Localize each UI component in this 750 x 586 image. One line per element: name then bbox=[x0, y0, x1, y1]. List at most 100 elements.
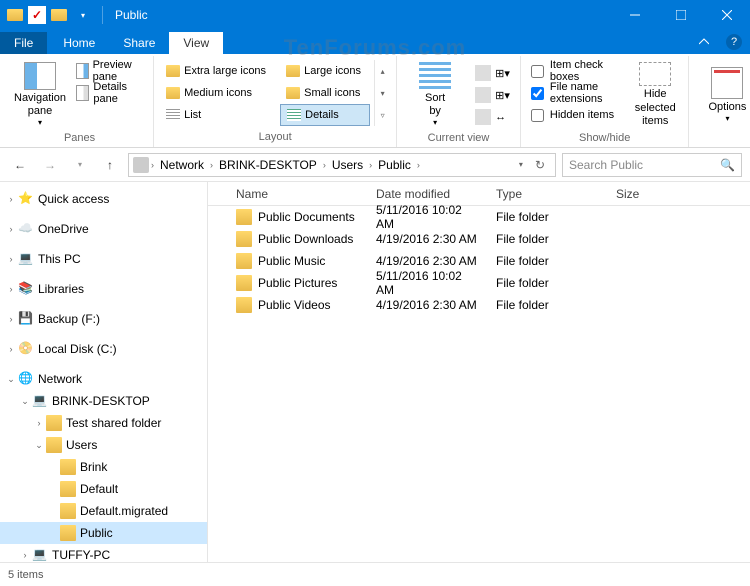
crumb-computer[interactable]: BRINK-DESKTOP bbox=[215, 158, 321, 172]
maximize-button[interactable] bbox=[658, 0, 704, 30]
tree-item[interactable]: Public bbox=[0, 522, 207, 544]
new-folder-icon[interactable] bbox=[48, 4, 70, 26]
file-type: File folder bbox=[488, 254, 608, 268]
tab-home[interactable]: Home bbox=[49, 32, 109, 54]
group-label-panes: Panes bbox=[64, 130, 95, 148]
expand-icon[interactable]: › bbox=[4, 344, 18, 354]
options-button[interactable]: Options ▾ bbox=[695, 60, 750, 130]
column-type[interactable]: Type bbox=[488, 187, 608, 201]
tab-share[interactable]: Share bbox=[109, 32, 169, 54]
hide-selected-button[interactable]: Hide selected items bbox=[628, 60, 682, 130]
view-details[interactable]: Details bbox=[280, 104, 370, 126]
expand-icon[interactable]: ⌄ bbox=[32, 440, 46, 451]
details-pane-button[interactable]: Details pane bbox=[72, 82, 147, 104]
chevron-right-icon[interactable]: › bbox=[369, 160, 372, 170]
minimize-button[interactable] bbox=[612, 0, 658, 30]
sort-by-button[interactable]: Sort by ▾ bbox=[403, 60, 467, 130]
recent-dropdown[interactable]: ▾ bbox=[68, 153, 92, 177]
expand-icon[interactable]: › bbox=[4, 284, 18, 294]
size-columns-button[interactable]: ↔ bbox=[471, 106, 514, 128]
file-row[interactable]: Public Pictures5/11/2016 10:02 AMFile fo… bbox=[208, 272, 750, 294]
crumb-network[interactable]: Network bbox=[156, 158, 208, 172]
file-name-extensions[interactable]: File name extensions bbox=[527, 82, 624, 104]
view-small-icons[interactable]: Small icons bbox=[280, 82, 370, 104]
chevron-right-icon[interactable]: › bbox=[210, 160, 213, 170]
tab-file[interactable]: File bbox=[0, 32, 47, 54]
address-dropdown-icon[interactable]: ▾ bbox=[515, 160, 527, 169]
crumb-public[interactable]: Public bbox=[374, 158, 415, 172]
up-button[interactable]: ↑ bbox=[98, 153, 122, 177]
tree-item-label: Quick access bbox=[38, 192, 109, 206]
hide-icon bbox=[639, 62, 671, 86]
view-large-icons[interactable]: Large icons bbox=[280, 60, 370, 82]
expand-icon[interactable]: ⌄ bbox=[18, 396, 32, 407]
tree-item[interactable]: ⌄🌐Network bbox=[0, 368, 207, 390]
chevron-right-icon[interactable]: › bbox=[323, 160, 326, 170]
chevron-right-icon[interactable]: › bbox=[151, 160, 154, 170]
expand-icon[interactable]: › bbox=[18, 550, 32, 560]
tab-view[interactable]: View bbox=[169, 32, 223, 54]
view-medium-icons[interactable]: Medium icons bbox=[160, 82, 280, 104]
tree-item[interactable]: ›📚Libraries bbox=[0, 278, 207, 300]
expand-icon[interactable]: ⌄ bbox=[4, 374, 18, 385]
item-check-boxes[interactable]: Item check boxes bbox=[527, 60, 624, 82]
layout-scroll[interactable]: ▴▾▿ bbox=[374, 60, 390, 126]
crumb-users[interactable]: Users bbox=[328, 158, 367, 172]
file-row[interactable]: Public Videos4/19/2016 2:30 AMFile folde… bbox=[208, 294, 750, 316]
tree-item[interactable]: ⌄💻BRINK-DESKTOP bbox=[0, 390, 207, 412]
tree-item-label: Public bbox=[80, 526, 113, 540]
file-row[interactable]: Public Downloads4/19/2016 2:30 AMFile fo… bbox=[208, 228, 750, 250]
file-row[interactable]: Public Documents5/11/2016 10:02 AMFile f… bbox=[208, 206, 750, 228]
status-bar: 5 items bbox=[0, 562, 750, 586]
close-button[interactable] bbox=[704, 0, 750, 30]
file-date: 5/11/2016 10:02 AM bbox=[368, 269, 488, 297]
expand-icon[interactable]: › bbox=[4, 314, 18, 324]
details-icon bbox=[287, 109, 301, 121]
tree-item[interactable]: ⌄Users bbox=[0, 434, 207, 456]
expand-icon[interactable]: › bbox=[4, 194, 18, 204]
forward-button[interactable]: → bbox=[38, 153, 62, 177]
view-list[interactable]: List bbox=[160, 104, 280, 126]
column-date[interactable]: Date modified bbox=[368, 187, 488, 201]
chevron-right-icon[interactable]: › bbox=[417, 160, 420, 170]
tree-item-label: Libraries bbox=[38, 282, 84, 296]
group-by-button[interactable]: ⊞▾ bbox=[471, 62, 514, 84]
tree-item-label: Default bbox=[80, 482, 118, 496]
title-bar: ✓ ▾ Public bbox=[0, 0, 750, 30]
refresh-button[interactable]: ↻ bbox=[529, 158, 551, 172]
file-name: Public Videos bbox=[258, 298, 331, 312]
tree-item[interactable]: ›💻TUFFY-PC bbox=[0, 544, 207, 562]
preview-pane-button[interactable]: Preview pane bbox=[72, 60, 147, 82]
tree-item[interactable]: ›📀Local Disk (C:) bbox=[0, 338, 207, 360]
tree-item-label: BRINK-DESKTOP bbox=[52, 394, 150, 408]
tree-item[interactable]: › Test shared folder bbox=[0, 412, 207, 434]
tree-item[interactable]: ›☁️OneDrive bbox=[0, 218, 207, 240]
tree-item[interactable]: ›💾Backup (F:) bbox=[0, 308, 207, 330]
expand-icon[interactable]: › bbox=[4, 254, 18, 264]
navigation-tree[interactable]: ›⭐Quick access ›☁️OneDrive ›💻This PC ›📚Libr… bbox=[0, 182, 208, 562]
tree-item[interactable]: Default.migrated bbox=[0, 500, 207, 522]
tree-item[interactable]: ›⭐Quick access bbox=[0, 188, 207, 210]
breadcrumb[interactable]: › Network › BRINK-DESKTOP › Users › Publ… bbox=[128, 153, 556, 177]
qat-dropdown-icon[interactable]: ▾ bbox=[72, 4, 94, 26]
folder-icon bbox=[286, 65, 300, 77]
add-columns-button[interactable]: ⊞▾ bbox=[471, 84, 514, 106]
expand-icon[interactable]: › bbox=[32, 418, 46, 428]
navigation-pane-button[interactable]: Navigation pane ▾ bbox=[12, 60, 68, 130]
help-icon[interactable]: ? bbox=[726, 34, 742, 50]
properties-icon[interactable]: ✓ bbox=[28, 6, 46, 24]
column-size[interactable]: Size bbox=[608, 187, 688, 201]
view-extra-large-icons[interactable]: Extra large icons bbox=[160, 60, 280, 82]
expand-icon[interactable]: › bbox=[4, 224, 18, 234]
tree-item-label: Test shared folder bbox=[66, 416, 161, 430]
tree-item[interactable]: Brink bbox=[0, 456, 207, 478]
column-name[interactable]: Name bbox=[208, 187, 368, 201]
search-icon: 🔍 bbox=[720, 158, 735, 172]
tree-item[interactable]: ›💻This PC bbox=[0, 248, 207, 270]
back-button[interactable]: ← bbox=[8, 153, 32, 177]
hidden-items[interactable]: Hidden items bbox=[527, 104, 624, 126]
tree-item[interactable]: Default bbox=[0, 478, 207, 500]
collapse-ribbon-icon[interactable] bbox=[690, 30, 718, 54]
tree-item-label: Brink bbox=[80, 460, 107, 474]
search-input[interactable]: Search Public 🔍 bbox=[562, 153, 742, 177]
